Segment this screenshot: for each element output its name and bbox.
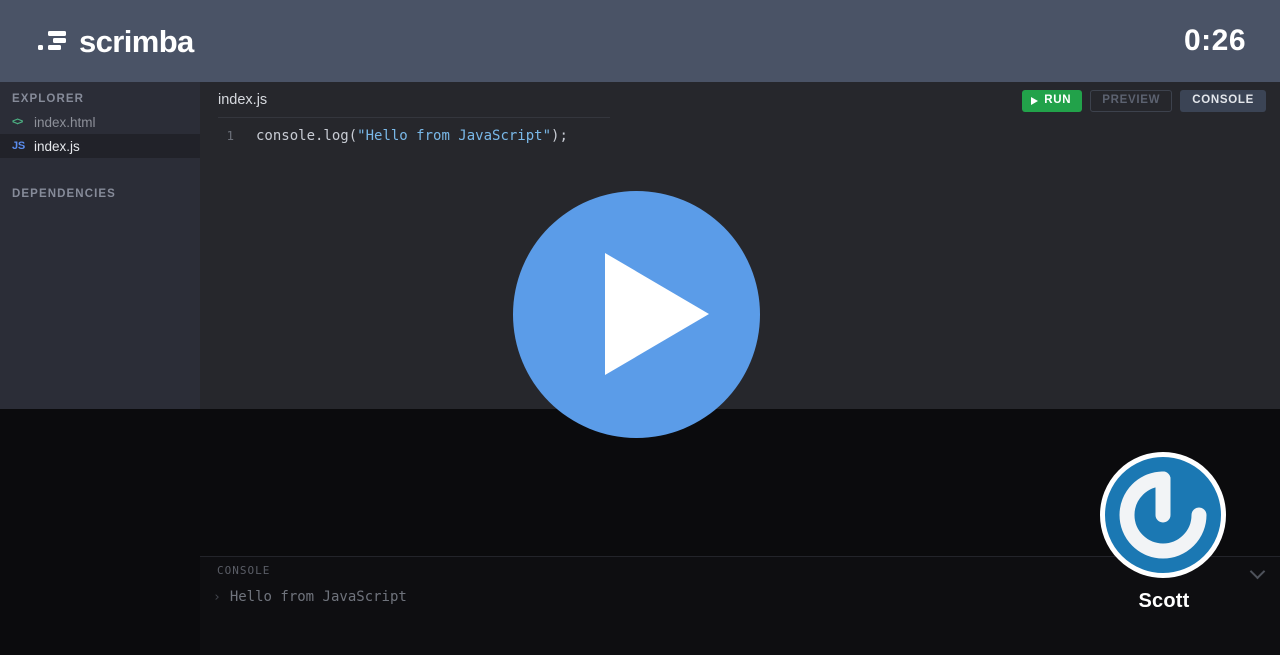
- code-token-call: console.log(: [256, 128, 358, 144]
- tab-index-js[interactable]: index.js: [218, 92, 267, 108]
- code-content: console.log("Hello from JavaScript");: [234, 125, 568, 147]
- code-area[interactable]: 1 console.log("Hello from JavaScript");: [200, 118, 1280, 147]
- run-button-label: RUN: [1044, 94, 1072, 107]
- code-token-string: "Hello from JavaScript": [357, 128, 552, 144]
- app-header: scrimba 0:26: [0, 0, 1280, 82]
- code-line: 1 console.log("Hello from JavaScript");: [200, 125, 1280, 147]
- console-panel-label: CONSOLE: [217, 563, 271, 577]
- run-button[interactable]: RUN: [1022, 90, 1083, 112]
- avatar[interactable]: [1100, 452, 1226, 578]
- play-button[interactable]: [513, 191, 760, 438]
- file-explorer-sidebar: EXPLORER <> index.html JS index.js DEPEN…: [0, 82, 200, 409]
- power-spiral-avatar-icon: [1119, 471, 1207, 559]
- sidebar-item-index-js[interactable]: JS index.js: [0, 134, 200, 158]
- console-button[interactable]: CONSOLE: [1180, 90, 1266, 112]
- file-name: index.js: [34, 138, 80, 154]
- scrimba-app: scrimba 0:26 EXPLORER <> index.html JS i…: [0, 0, 1280, 655]
- editor-topbar: index.js RUN PREVIEW CONSOLE: [200, 82, 1280, 118]
- console-caret-icon: ›: [213, 590, 221, 605]
- editor-toolbar: RUN PREVIEW CONSOLE: [1022, 90, 1266, 112]
- scrimba-logo-icon: [38, 30, 66, 52]
- dependencies-section-label: DEPENDENCIES: [12, 188, 116, 200]
- sidebar-item-index-html[interactable]: <> index.html: [0, 110, 200, 134]
- line-number: 1: [226, 128, 234, 143]
- console-message: Hello from JavaScript: [229, 589, 407, 605]
- code-token-suffix: );: [551, 128, 568, 144]
- speaker-name: Scott: [1138, 590, 1190, 612]
- chevron-down-icon[interactable]: [1250, 563, 1266, 579]
- speaker-badge: Scott: [1100, 452, 1228, 613]
- html-file-icon: <>: [12, 115, 23, 128]
- play-triangle-icon: [605, 253, 709, 375]
- recording-timer: 0:26: [1183, 24, 1246, 57]
- preview-button[interactable]: PREVIEW: [1090, 90, 1173, 112]
- brand[interactable]: scrimba: [38, 26, 194, 57]
- file-name: index.html: [34, 114, 96, 130]
- js-file-icon: JS: [12, 139, 25, 152]
- explorer-section-label: EXPLORER: [12, 93, 85, 105]
- play-triangle-icon: [1031, 97, 1039, 105]
- brand-name: scrimba: [79, 23, 194, 59]
